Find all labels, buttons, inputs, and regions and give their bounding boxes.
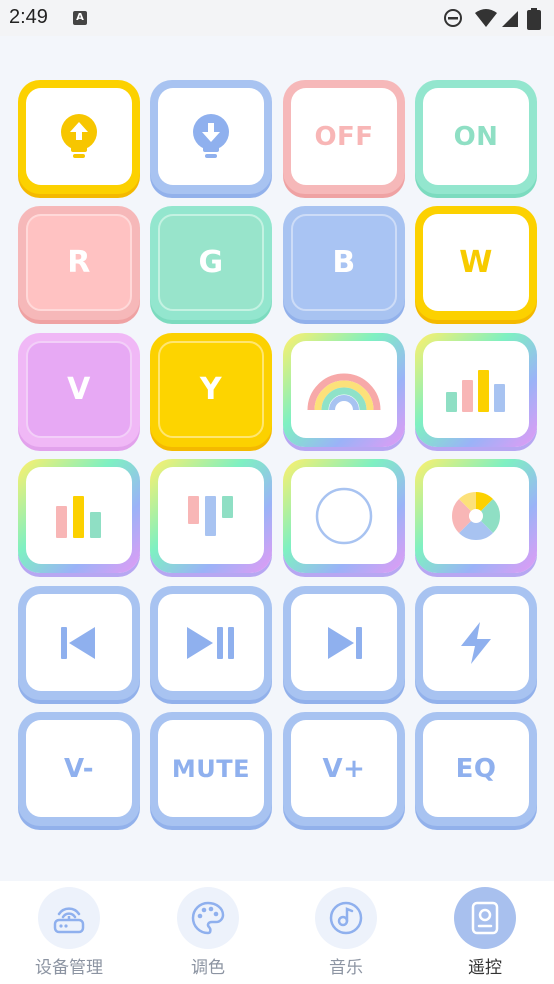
tab-remote[interactable]: 遥控 [416, 881, 554, 984]
mute-label: MUTE [171, 754, 251, 783]
hanging-bar-mode-button[interactable] [150, 459, 272, 573]
next-button[interactable] [283, 586, 405, 700]
status-time: 2:49 [9, 6, 48, 28]
bar-chart-3-icon [56, 495, 101, 538]
green-button[interactable]: G [150, 206, 272, 320]
router-icon [53, 907, 85, 934]
flash-button[interactable] [415, 586, 537, 700]
tab-icon-bg [454, 887, 516, 949]
volume-up-label: V+ [322, 753, 366, 784]
remote-panel: OFF ON R G B W V Y V- MUTE V+ EQ [0, 36, 554, 881]
tab-color[interactable]: 调色 [139, 881, 277, 984]
volume-down-button[interactable]: V- [18, 712, 140, 826]
off-label: OFF [314, 121, 374, 152]
wifi-icon [475, 9, 497, 27]
blue-button[interactable]: B [283, 206, 405, 320]
color-wheel-icon [451, 491, 501, 540]
violet-label: V [67, 372, 91, 407]
tab-label: 设备管理 [35, 958, 103, 978]
do-not-disturb-icon [444, 9, 462, 27]
remote-icon [471, 901, 499, 935]
tab-device-management[interactable]: 设备管理 [0, 881, 138, 984]
on-button[interactable]: ON [415, 80, 537, 194]
yellow-button[interactable]: Y [150, 333, 272, 447]
previous-track-icon [61, 626, 95, 659]
off-button[interactable]: OFF [283, 80, 405, 194]
brightness-up-button[interactable] [18, 80, 140, 194]
bulb-up-icon [61, 113, 97, 158]
play-pause-icon [187, 626, 234, 659]
lightning-icon [461, 621, 491, 664]
circle-icon [315, 487, 373, 544]
status-bar: 2:49 A [0, 0, 554, 36]
tab-music[interactable]: 音乐 [277, 881, 415, 984]
red-label: R [67, 245, 91, 280]
circle-mode-button[interactable] [283, 459, 405, 573]
tab-icon-bg [315, 887, 377, 949]
tab-icon-bg [38, 887, 100, 949]
tab-label: 调色 [191, 958, 225, 978]
color-wheel-mode-button[interactable] [415, 459, 537, 573]
bulb-down-icon [193, 113, 229, 158]
on-label: ON [453, 121, 499, 152]
bar-hanging-icon [188, 495, 233, 536]
bar-chart-mode-button[interactable] [415, 333, 537, 447]
blue-label: B [332, 245, 356, 280]
green-label: G [198, 245, 224, 280]
violet-button[interactable]: V [18, 333, 140, 447]
eq-label: EQ [455, 753, 497, 784]
music-disc-icon [329, 901, 363, 935]
notification-app-icon: A [73, 11, 87, 25]
bottom-tab-bar: 设备管理 调色 音乐 遥控 [0, 881, 554, 984]
tab-icon-bg [177, 887, 239, 949]
eq-button[interactable]: EQ [415, 712, 537, 826]
yellow-label: Y [199, 372, 223, 407]
white-button[interactable]: W [415, 206, 537, 320]
volume-up-button[interactable]: V+ [283, 712, 405, 826]
red-button[interactable]: R [18, 206, 140, 320]
play-pause-button[interactable] [150, 586, 272, 700]
bar-chart-icon [446, 369, 505, 412]
next-track-icon [328, 626, 362, 659]
volume-down-label: V- [63, 753, 95, 784]
tab-label: 遥控 [468, 958, 502, 978]
mute-button[interactable]: MUTE [150, 712, 272, 826]
bar-mode-button[interactable] [18, 459, 140, 573]
palette-icon [191, 901, 225, 935]
rainbow-icon [307, 373, 381, 410]
previous-button[interactable] [18, 586, 140, 700]
white-label: W [459, 245, 493, 280]
rainbow-mode-button[interactable] [283, 333, 405, 447]
cell-signal-icon [502, 11, 518, 27]
tab-label: 音乐 [329, 958, 363, 978]
brightness-down-button[interactable] [150, 80, 272, 194]
battery-icon [527, 8, 541, 30]
